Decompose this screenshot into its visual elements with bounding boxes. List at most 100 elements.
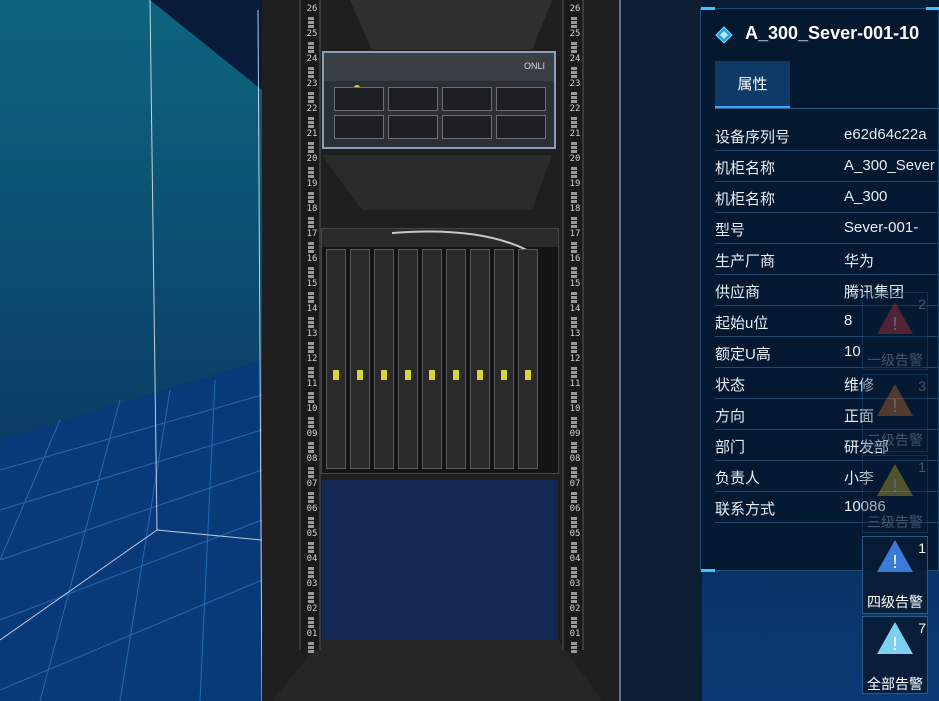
rail-hole (308, 371, 314, 374)
rail-hole (571, 317, 577, 320)
u-position-label: 02 (306, 604, 318, 614)
warning-triangle-icon: ! (877, 384, 913, 416)
rail-hole (571, 475, 577, 478)
warning-triangle-icon: ! (877, 302, 913, 334)
rail-hole (308, 367, 314, 370)
blade-handle (525, 370, 531, 380)
rail-hole (308, 250, 314, 253)
alarm-summary-column: 2! 一级告警 3! 二级告警 1! 三级告警 1! 四级告警 7! 全部告警 (860, 0, 939, 701)
u-position-label: 21 (569, 129, 581, 139)
rail-hole (571, 171, 577, 174)
drive-bay[interactable] (334, 87, 384, 111)
rail-hole (308, 521, 314, 524)
rail-hole (308, 600, 314, 603)
rail-hole (308, 17, 314, 20)
rail-hole (308, 596, 314, 599)
u-position-label: 20 (569, 154, 581, 164)
property-key: 机柜名称 (715, 160, 776, 177)
blade-handle (501, 370, 507, 380)
alarm-level-label: 四级告警 (867, 594, 923, 610)
rail-hole (308, 242, 314, 245)
rail-hole (308, 175, 314, 178)
rail-hole (571, 446, 577, 449)
u-position-label: 12 (569, 354, 581, 364)
rail-hole (308, 317, 314, 320)
rail-hole (571, 375, 577, 378)
u-position-label: 10 (569, 404, 581, 414)
rail-hole (571, 546, 577, 549)
blade-server[interactable] (326, 249, 346, 469)
rail-hole (571, 450, 577, 453)
drive-bay[interactable] (334, 115, 384, 139)
3d-scene[interactable]: 26 25 24 23 22 21 20 19 18 17 16 15 14 13 12 11 10 09 08 07… (0, 0, 939, 701)
u-position-label: 23 (306, 79, 318, 89)
property-key: 起始u位 (715, 315, 769, 332)
rail-hole (308, 267, 314, 270)
rail-hole (308, 342, 314, 345)
u-position-label: 08 (306, 454, 318, 464)
rail-hole (308, 200, 314, 203)
drive-bay[interactable] (388, 87, 438, 111)
blade-server[interactable] (422, 249, 442, 469)
rail-hole (308, 42, 314, 45)
rail-hole (571, 425, 577, 428)
blade-server[interactable] (494, 249, 514, 469)
rail-hole (308, 275, 314, 278)
rail-hole (571, 146, 577, 149)
u-position-label: 19 (306, 179, 318, 189)
drive-bay[interactable] (388, 115, 438, 139)
rail-hole (308, 150, 314, 153)
rail-hole (571, 175, 577, 178)
blade-handle (333, 370, 339, 380)
u-position-label: 09 (306, 429, 318, 439)
rail-hole (571, 367, 577, 370)
drive-bay[interactable] (442, 87, 492, 111)
rail-hole (571, 46, 577, 49)
blade-chassis[interactable] (321, 228, 559, 474)
rail-hole (571, 267, 577, 270)
u-position-label: 05 (306, 529, 318, 539)
blade-server[interactable] (446, 249, 466, 469)
blade-server[interactable] (374, 249, 394, 469)
property-key: 负责人 (715, 470, 761, 487)
rail-hole (571, 75, 577, 78)
rail-hole (571, 17, 577, 20)
rail-hole (308, 475, 314, 478)
rail-hole (571, 321, 577, 324)
u-position-label: 18 (306, 204, 318, 214)
server-2u[interactable]: ONLI (322, 51, 556, 149)
u-position-label: 09 (569, 429, 581, 439)
blade-server[interactable] (398, 249, 418, 469)
chassis-cable (322, 229, 558, 249)
rail-hole (571, 575, 577, 578)
u-position-label: 14 (569, 304, 581, 314)
rail-hole (308, 292, 314, 295)
drive-bay[interactable] (496, 115, 546, 139)
rail-hole (308, 446, 314, 449)
drive-bay[interactable] (496, 87, 546, 111)
rail-hole (571, 496, 577, 499)
device-cube-icon (715, 26, 733, 44)
rail-hole (571, 400, 577, 403)
blade-server[interactable] (470, 249, 490, 469)
rail-hole (308, 350, 314, 353)
u-position-label: 04 (569, 554, 581, 564)
u-position-label: 15 (569, 279, 581, 289)
rail-hole (571, 71, 577, 74)
property-key: 联系方式 (715, 501, 776, 518)
rail-hole (308, 75, 314, 78)
blade-handle (477, 370, 483, 380)
rail-hole (308, 96, 314, 99)
u-position-label: 03 (569, 579, 581, 589)
drive-bay[interactable] (442, 115, 492, 139)
blade-server[interactable] (518, 249, 538, 469)
rail-hole (571, 621, 577, 624)
blade-server[interactable] (350, 249, 370, 469)
tab-properties[interactable]: 属性 (715, 61, 790, 109)
rail-hole (571, 396, 577, 399)
rail-hole (308, 246, 314, 249)
u-position-label: 07 (306, 479, 318, 489)
rail-hole (308, 321, 314, 324)
panel-corner-accent (701, 569, 715, 572)
rail-hole (571, 96, 577, 99)
